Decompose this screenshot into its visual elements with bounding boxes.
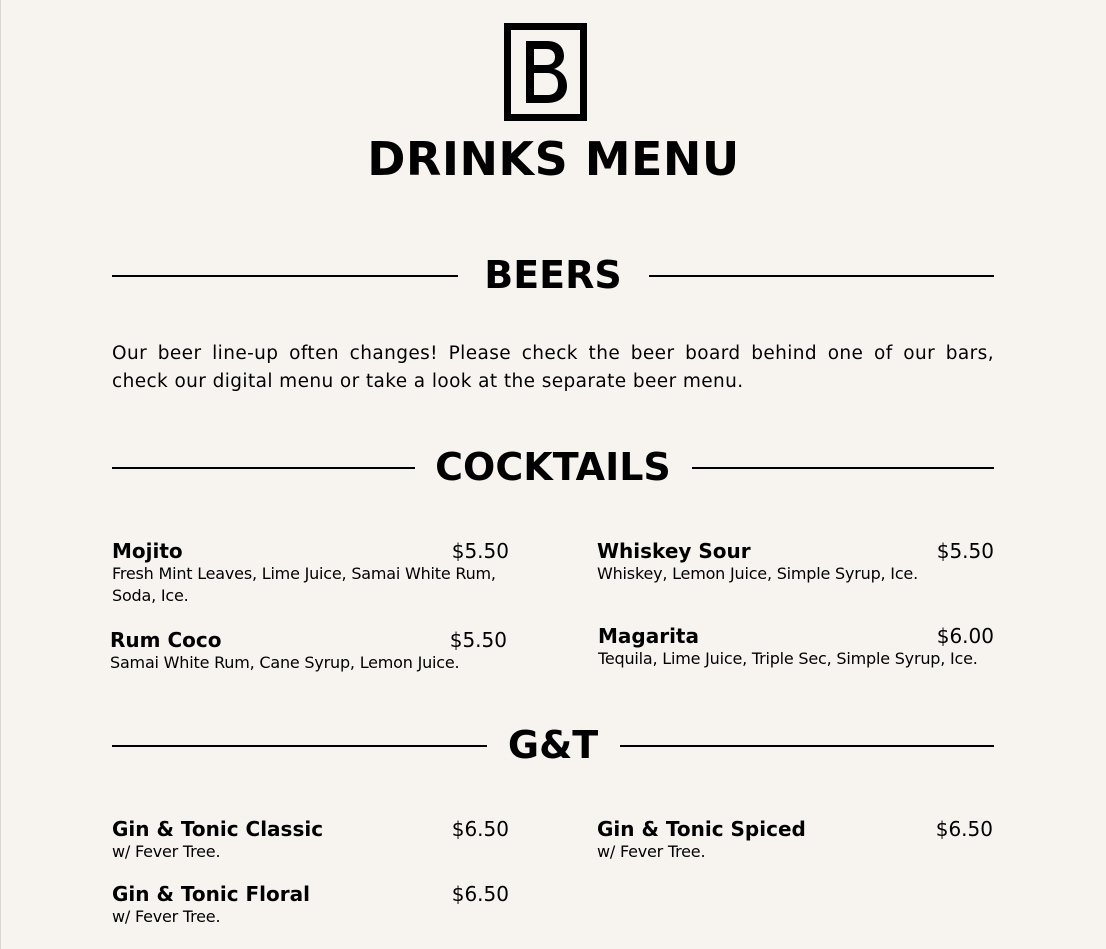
item-description: Tequila, Lime Juice, Triple Sec, Simple …	[598, 649, 978, 668]
item-description: w/ Fever Tree.	[597, 842, 706, 861]
item-price: $6.50	[451, 817, 509, 841]
b-logo-icon	[504, 23, 587, 121]
divider-line	[620, 745, 994, 747]
divider-line	[649, 275, 994, 277]
menu-item-gin-tonic-floral: Gin & Tonic Floral $6.50 w/ Fever Tree.	[112, 882, 509, 932]
item-name: Gin & Tonic Spiced	[597, 817, 806, 841]
page-title: DRINKS MENU	[367, 132, 740, 186]
item-price: $5.50	[936, 539, 994, 563]
menu-item-rum-coco: Rum Coco $5.50 Samai White Rum, Cane Syr…	[110, 628, 507, 678]
item-price: $6.00	[936, 624, 994, 648]
cocktails-section-header: COCKTAILS	[112, 443, 994, 491]
menu-item-gin-tonic-spiced: Gin & Tonic Spiced $6.50 w/ Fever Tree.	[597, 817, 993, 867]
item-description: Fresh Mint Leaves, Lime Juice, Samai Whi…	[112, 564, 496, 605]
item-name: Gin & Tonic Floral	[112, 882, 310, 906]
item-price: $6.50	[451, 882, 509, 906]
beers-section-header: BEERS	[112, 251, 994, 299]
item-name: Whiskey Sour	[597, 539, 751, 563]
item-description: w/ Fever Tree.	[112, 842, 221, 861]
item-name: Mojito	[112, 539, 183, 563]
item-price: $5.50	[449, 628, 507, 652]
gt-section-header: G&T	[112, 721, 994, 769]
divider-line	[692, 467, 994, 469]
item-description: Whiskey, Lemon Juice, Simple Syrup, Ice.	[597, 564, 918, 583]
item-name: Gin & Tonic Classic	[112, 817, 324, 841]
menu-item-whiskey-sour: Whiskey Sour $5.50 Whiskey, Lemon Juice,…	[597, 539, 994, 589]
menu-item-magarita: Magarita $6.00 Tequila, Lime Juice, Trip…	[598, 624, 994, 674]
item-name: Rum Coco	[110, 628, 222, 652]
item-price: $6.50	[935, 817, 993, 841]
menu-item-mojito: Mojito $5.50 Fresh Mint Leaves, Lime Jui…	[112, 539, 509, 609]
item-description: w/ Fever Tree.	[112, 907, 221, 926]
item-price: $5.50	[451, 539, 509, 563]
menu-item-gin-tonic-classic: Gin & Tonic Classic $6.50 w/ Fever Tree.	[112, 817, 509, 867]
menu-page: DRINKS MENU BEERS Our beer line-up often…	[0, 0, 1106, 949]
beers-description: Our beer line-up often changes! Please c…	[112, 343, 994, 392]
item-name: Magarita	[598, 624, 699, 648]
item-description: Samai White Rum, Cane Syrup, Lemon Juice…	[110, 653, 460, 672]
